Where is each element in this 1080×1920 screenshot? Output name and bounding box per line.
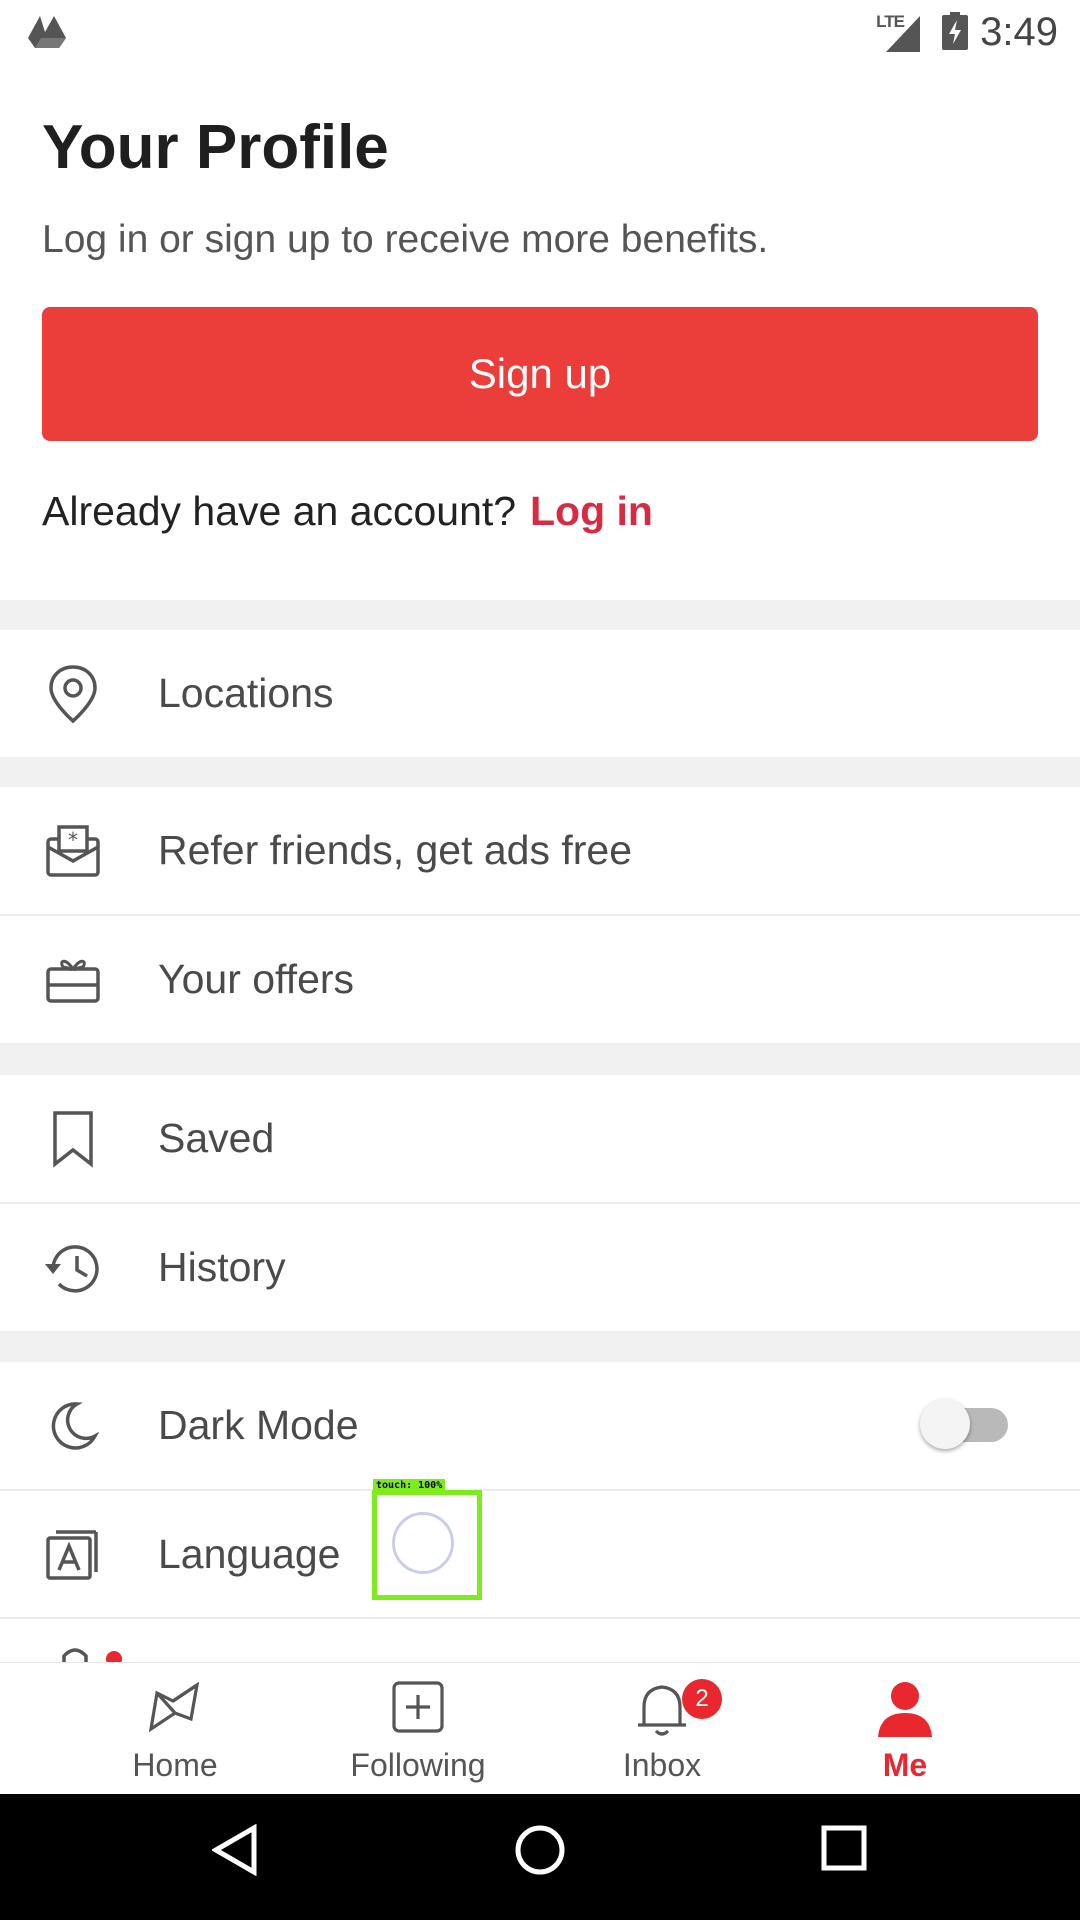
menu-item-saved[interactable]: Saved bbox=[0, 1075, 1080, 1202]
menu-label-language: Language bbox=[158, 1531, 341, 1577]
menu-label-dark-mode: Dark Mode bbox=[158, 1402, 359, 1448]
tab-label-inbox: Inbox bbox=[622, 1747, 702, 1783]
menu-label-saved: Saved bbox=[158, 1115, 275, 1161]
tab-label-home: Home bbox=[132, 1747, 218, 1783]
tab-home[interactable]: Home bbox=[75, 1663, 275, 1795]
menu-label-locations: Locations bbox=[158, 670, 334, 716]
gift-box-icon bbox=[36, 943, 110, 1017]
tab-inbox[interactable]: 2 Inbox bbox=[562, 1663, 762, 1795]
svg-text:*: * bbox=[68, 828, 78, 852]
home-map-icon bbox=[148, 1681, 200, 1733]
bookmark-icon bbox=[36, 1102, 110, 1176]
inbox-badge: 2 bbox=[682, 1679, 722, 1719]
menu-label-history: History bbox=[158, 1244, 286, 1290]
system-nav-bar bbox=[0, 1794, 1080, 1920]
signup-button[interactable]: Sign up bbox=[42, 307, 1038, 441]
language-icon bbox=[36, 1518, 110, 1592]
login-link[interactable]: Log in bbox=[530, 488, 653, 535]
menu-item-your-offers[interactable]: Your offers bbox=[0, 916, 1080, 1043]
battery-icon bbox=[942, 12, 968, 50]
signal-icon bbox=[886, 16, 920, 52]
touch-indicator-label: touch: 100% bbox=[373, 1479, 446, 1492]
plus-box-icon bbox=[392, 1681, 444, 1733]
recents-icon[interactable] bbox=[820, 1824, 868, 1872]
gift-mail-icon: * bbox=[36, 814, 110, 888]
dark-mode-toggle[interactable] bbox=[920, 1399, 1008, 1449]
login-prompt-text: Already have an account? bbox=[42, 488, 517, 534]
tab-label-me: Me bbox=[882, 1747, 928, 1783]
touch-point bbox=[392, 1512, 454, 1574]
menu-item-history[interactable]: History bbox=[0, 1204, 1080, 1331]
back-icon[interactable] bbox=[212, 1824, 258, 1876]
page-title: Your Profile bbox=[42, 113, 389, 182]
clock: 3:49 bbox=[980, 10, 1058, 54]
tab-label-following: Following bbox=[350, 1747, 486, 1783]
location-pin-icon bbox=[36, 657, 110, 731]
drive-icon bbox=[28, 16, 66, 48]
history-icon bbox=[36, 1231, 110, 1305]
row-divider bbox=[0, 1617, 1080, 1619]
person-icon bbox=[878, 1682, 932, 1737]
section-divider bbox=[0, 757, 1080, 787]
section-divider bbox=[0, 1330, 1080, 1362]
section-divider bbox=[0, 1043, 1080, 1075]
tab-me[interactable]: Me bbox=[805, 1663, 1005, 1795]
menu-item-refer-friends[interactable]: * Refer friends, get ads free bbox=[0, 787, 1080, 914]
menu-item-locations[interactable]: Locations bbox=[0, 630, 1080, 757]
page-subtitle: Log in or sign up to receive more benefi… bbox=[42, 218, 769, 261]
section-divider bbox=[0, 600, 1080, 630]
toggle-knob bbox=[920, 1399, 970, 1449]
bottom-tab-bar: Home Following 2 Inbox Me bbox=[0, 1662, 1080, 1795]
tab-following[interactable]: Following bbox=[318, 1663, 518, 1795]
status-bar: LTE 3:49 bbox=[0, 0, 1080, 62]
moon-icon bbox=[36, 1389, 110, 1463]
menu-label-refer: Refer friends, get ads free bbox=[158, 827, 633, 873]
menu-item-dark-mode[interactable]: Dark Mode bbox=[0, 1362, 1080, 1489]
menu-item-language[interactable]: Language bbox=[0, 1491, 1080, 1618]
bell-icon bbox=[638, 1685, 686, 1736]
menu-label-offers: Your offers bbox=[158, 956, 355, 1002]
home-circle-icon[interactable] bbox=[514, 1824, 566, 1876]
